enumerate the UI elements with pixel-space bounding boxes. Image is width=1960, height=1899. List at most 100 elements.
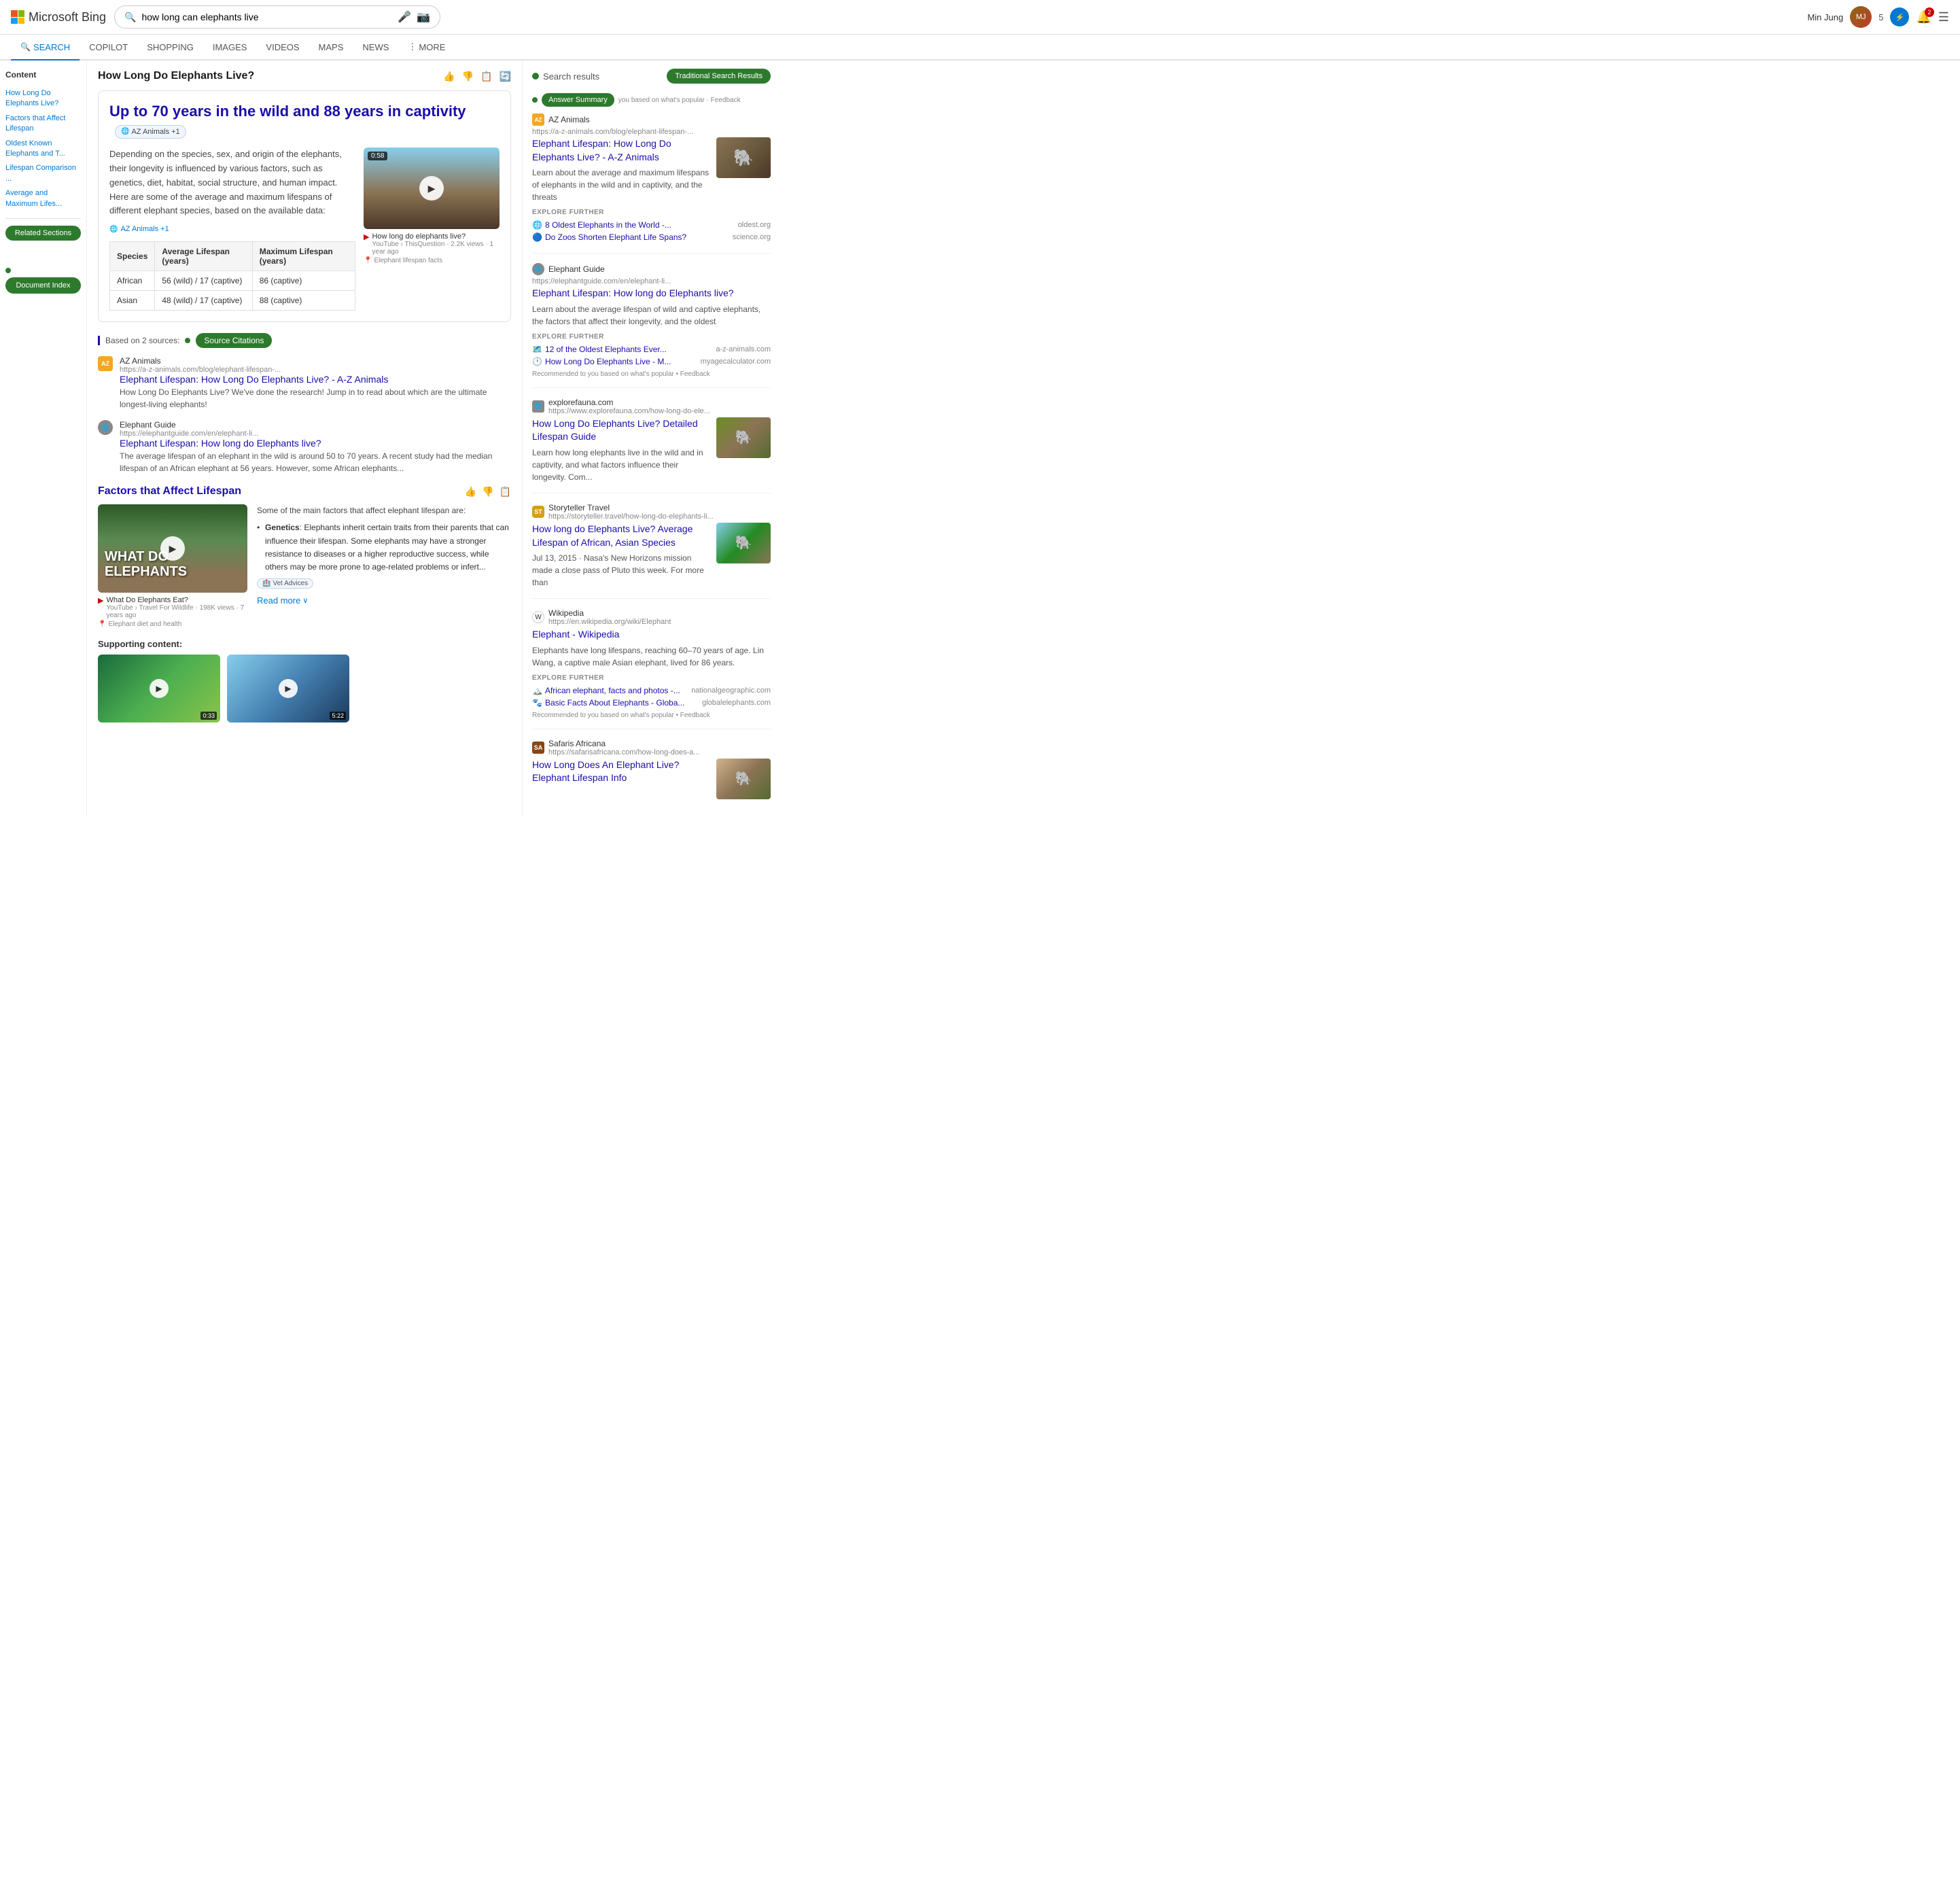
thumbs-up-icon[interactable]: 👍	[443, 71, 455, 82]
r5-desc: Elephants have long lifespans, reaching …	[532, 644, 771, 669]
r2-explore-2[interactable]: 🕐 How Long Do Elephants Live - M... myag…	[532, 355, 771, 368]
factors-content: WHAT DOELEPHANTS ▶ ▶ What Do Elephants E…	[98, 504, 511, 628]
sidebar-item-oldest[interactable]: Oldest Known Elephants and T...	[5, 137, 81, 162]
r5-e2-source: globalelephants.com	[702, 699, 771, 707]
r4-site-name: Storyteller Travel	[548, 503, 714, 512]
notification-icon[interactable]: 🔔 2	[1916, 10, 1931, 24]
factors-video-location: 📍 Elephant diet and health	[98, 621, 247, 628]
avatar[interactable]: MJ	[1850, 6, 1872, 28]
tsr-dot-icon	[532, 73, 539, 80]
refresh-icon[interactable]: 🔄	[500, 71, 511, 82]
r6-title[interactable]: How Long Does An Elephant Live? Elephant…	[532, 759, 711, 785]
tsr-label-row: Search results	[532, 71, 599, 82]
r1-title[interactable]: Elephant Lifespan: How Long Do Elephants…	[532, 137, 711, 164]
content-area: How Long Do Elephants Live? 👍 👎 📋 🔄 Up t…	[87, 60, 522, 817]
sidebar-item-factors[interactable]: Factors that Affect Lifespan	[5, 111, 81, 137]
r5-site-name: Wikipedia	[548, 608, 671, 618]
r2-desc: Learn about the average lifespan of wild…	[532, 303, 771, 328]
video-title-row: ▶ How long do elephants live? YouTube › …	[364, 232, 500, 256]
r2-site-icon: 🌐	[532, 263, 544, 275]
factors-thumbs-down-icon[interactable]: 👎	[482, 486, 493, 498]
r3-title[interactable]: How Long Do Elephants Live? Detailed Lif…	[532, 417, 711, 444]
r5-e2-label: Basic Facts About Elephants - Globa...	[545, 698, 684, 708]
search-input[interactable]	[141, 12, 392, 22]
tab-news[interactable]: NEWS	[353, 35, 398, 60]
tab-copilot[interactable]: COPILOT	[80, 35, 137, 60]
right-result-4: ST Storyteller Travel https://storytelle…	[532, 503, 771, 599]
r1-explore-header: EXPLORE FURTHER	[532, 209, 771, 216]
r2-e1-label: 12 of the Oldest Elephants Ever...	[545, 345, 667, 354]
tab-copilot-label: COPILOT	[89, 42, 128, 52]
r2-explore-1[interactable]: 🗺️ 12 of the Oldest Elephants Ever... a-…	[532, 343, 771, 355]
source-title-az[interactable]: Elephant Lifespan: How Long Do Elephants…	[120, 374, 511, 385]
source-icon-eg: 🌐	[98, 420, 113, 435]
sidebar: Content How Long Do Elephants Live? Fact…	[0, 60, 87, 817]
r5-title[interactable]: Elephant - Wikipedia	[532, 628, 771, 642]
read-more-link[interactable]: Read more ∨	[257, 595, 511, 606]
factors-save-icon[interactable]: 📋	[500, 486, 511, 498]
r5-explore-1[interactable]: 🏔️ African elephant, facts and photos -.…	[532, 684, 771, 697]
user-name: Min Jung	[1807, 12, 1843, 22]
answer-headline: Up to 70 years in the wild and 88 years …	[109, 102, 500, 141]
factors-video-thumb[interactable]: WHAT DOELEPHANTS ▶	[98, 504, 247, 593]
sidebar-item-comparison[interactable]: Lifespan Comparison ...	[5, 161, 81, 186]
r5-explore-2[interactable]: 🐾 Basic Facts About Elephants - Globa...…	[532, 697, 771, 709]
r5-e2-icon: 🐾	[532, 698, 542, 708]
factors-title-row: Factors that Affect Lifespan 👍 👎 📋	[98, 485, 511, 498]
thumbs-down-icon[interactable]: 👎	[462, 71, 474, 82]
factors-play-icon[interactable]: ▶	[160, 536, 185, 561]
tab-more-label: MORE	[419, 42, 445, 52]
factors-thumbs-up-icon[interactable]: 👍	[465, 486, 476, 498]
vet-advices-badge[interactable]: 🏥 Vet Advices	[257, 578, 313, 589]
r5-feedback: Recommended to you based on what's popul…	[532, 712, 771, 719]
mini-duration-badge-1: 0:33	[200, 712, 217, 720]
sidebar-item-average[interactable]: Average and Maximum Lifes...	[5, 186, 81, 211]
mic-icon[interactable]: 🎤	[398, 10, 411, 24]
tab-maps[interactable]: MAPS	[309, 35, 353, 60]
tab-videos-label: VIDEOS	[266, 42, 299, 52]
r2-e2-icon: 🕐	[532, 357, 542, 366]
tab-images[interactable]: IMAGES	[203, 35, 257, 60]
mini-video-2[interactable]: ▶ 5:22	[227, 655, 349, 722]
table-header-species: Species	[110, 242, 155, 271]
menu-icon[interactable]: ☰	[1938, 10, 1949, 24]
video-meta: YouTube › ThisQuestion · 2.2K views · 1 …	[372, 241, 500, 256]
page-title-row: How Long Do Elephants Live? 👍 👎 📋 🔄	[98, 70, 511, 82]
tab-search[interactable]: 🔍 SEARCH	[11, 35, 80, 60]
r4-title[interactable]: How long do Elephants Live? Average Life…	[532, 523, 711, 549]
play-button-icon[interactable]: ▶	[419, 176, 444, 201]
answer-source-badge[interactable]: 🌐 AZ Animals +1	[115, 125, 186, 139]
mini-play-icon-1: ▶	[150, 679, 169, 698]
r6-url: https://safarisafricana.com/how-long-doe…	[548, 748, 700, 756]
save-icon[interactable]: 📋	[480, 71, 492, 82]
r1-site-icon: AZ	[532, 114, 544, 126]
answer-video-col: 0:58 ▶ ▶ How long do elephants live? You…	[364, 147, 500, 264]
search-bar[interactable]: 🔍 🎤 📷	[114, 5, 440, 29]
tab-search-label: SEARCH	[33, 42, 70, 52]
sidebar-title: Content	[5, 70, 81, 80]
tab-videos[interactable]: VIDEOS	[256, 35, 309, 60]
r1-explore-2[interactable]: 🔵 Do Zoos Shorten Elephant Life Spans? s…	[532, 231, 771, 243]
mini-video-1[interactable]: ▶ 0:33	[98, 655, 220, 722]
r5-e1-label: African elephant, facts and photos -...	[545, 686, 680, 695]
answer-source-link[interactable]: 🌐 AZ Animals +1	[109, 225, 355, 233]
source-citations-button[interactable]: Source Citations	[196, 333, 272, 348]
document-index-button[interactable]: Document Index	[5, 277, 81, 294]
camera-icon[interactable]: 📷	[417, 10, 430, 24]
table-cell-species-asian: Asian	[110, 291, 155, 311]
tab-shopping[interactable]: SHOPPING	[137, 35, 203, 60]
answer-video-thumb[interactable]: 0:58 ▶	[364, 147, 500, 229]
r2-title[interactable]: Elephant Lifespan: How long do Elephants…	[532, 287, 771, 300]
reward-icon[interactable]: ⚡	[1890, 7, 1909, 27]
r1-explore-1[interactable]: 🌐 8 Oldest Elephants in the World -... o…	[532, 219, 771, 231]
factors-section: Factors that Affect Lifespan 👍 👎 📋 WHAT …	[98, 485, 511, 628]
factors-actions: 👍 👎 📋	[465, 486, 511, 498]
tsr-badge-button[interactable]: Traditional Search Results	[667, 69, 771, 84]
source-title-eg[interactable]: Elephant Lifespan: How long do Elephants…	[120, 438, 511, 449]
lifespan-table: Species Average Lifespan (years) Maximum…	[109, 241, 355, 311]
sources-header: Based on 2 sources: Source Citations	[98, 333, 511, 348]
tab-more[interactable]: ⋮ MORE	[398, 35, 455, 60]
video-location: 📍 Elephant lifespan facts	[364, 257, 500, 264]
sidebar-item-how-long[interactable]: How Long Do Elephants Live?	[5, 86, 81, 111]
r1-e1-source: oldest.org	[738, 221, 771, 229]
